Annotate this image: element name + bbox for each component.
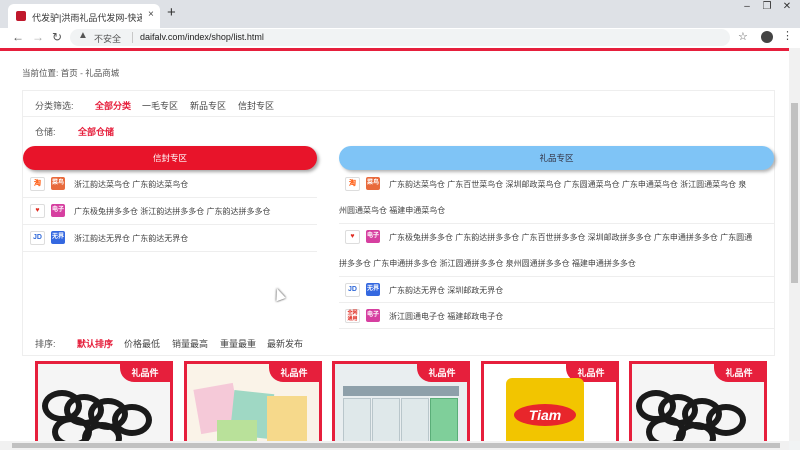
warehouse-label: 仓储: bbox=[35, 127, 56, 137]
address-bar[interactable]: ▲ 不安全 daifalv.com/index/shop/list.html bbox=[70, 29, 730, 46]
account-icon[interactable] bbox=[761, 31, 773, 43]
horizontal-scrollbar[interactable] bbox=[0, 441, 789, 450]
warehouse-list[interactable]: 广东韵达无界仓 深圳邮政无界仓 bbox=[389, 285, 503, 296]
minimize-icon[interactable]: – bbox=[738, 1, 756, 15]
gift-badge: 礼品件 bbox=[269, 364, 319, 382]
product-image bbox=[343, 398, 371, 441]
divider bbox=[339, 302, 774, 303]
gift-zone-banner[interactable]: 礼品专区 bbox=[339, 146, 774, 170]
browser-title-bar: 代发驴|洪雨礼品代发网-快递单号 × + – ❐ ✕ bbox=[0, 0, 800, 28]
restore-icon[interactable]: ❐ bbox=[758, 1, 776, 15]
divider bbox=[23, 251, 317, 252]
browser-toolbar: ← → ↻ ▲ 不安全 daifalv.com/index/shop/list.… bbox=[0, 28, 800, 49]
warehouse-all[interactable]: 全部仓储 bbox=[78, 125, 114, 138]
divider bbox=[339, 328, 774, 329]
product-card[interactable]: 礼品件 bbox=[35, 361, 173, 441]
warehouse-list[interactable]: 拼多多仓 广东申通拼多多仓 浙江圆通拼多多仓 泉州圆通拼多多仓 福建申通拼多多仓 bbox=[339, 258, 636, 269]
sort-default[interactable]: 默认排序 bbox=[77, 337, 113, 350]
jd-icon: JD bbox=[30, 231, 45, 245]
wujie-icon: 无界 bbox=[51, 231, 65, 244]
cainiao-icon: 菜鸟 bbox=[366, 177, 380, 190]
product-card[interactable]: 礼品件 bbox=[184, 361, 322, 441]
product-brand-logo: Tiam bbox=[514, 404, 576, 426]
new-tab-button[interactable]: + bbox=[167, 4, 176, 21]
separator bbox=[132, 32, 133, 43]
product-image bbox=[401, 398, 429, 441]
envelope-zone-banner[interactable]: 信封专区 bbox=[23, 146, 317, 170]
scrollbar-thumb[interactable] bbox=[791, 103, 798, 283]
warning-icon[interactable]: ▲ bbox=[78, 30, 88, 41]
breadcrumb: 当前位置: 首页 - 礼品商城 bbox=[22, 68, 120, 78]
browser-tab[interactable]: 代发驴|洪雨礼品代发网-快递单号 × bbox=[8, 4, 160, 28]
product-image bbox=[343, 386, 459, 396]
warehouse-list[interactable]: 广东极兔拼多多仓 广东韵达拼多多仓 广东百世拼多多仓 深圳邮政拼多多仓 广东申通… bbox=[389, 232, 752, 243]
divider bbox=[339, 223, 774, 224]
product-image bbox=[217, 420, 257, 441]
electronic-icon: 电子 bbox=[51, 204, 65, 217]
page-viewport: 当前位置: 首页 - 礼品商城 分类筛选: 全部分类 一毛专区 新品专区 信封专… bbox=[0, 48, 789, 441]
url-text[interactable]: daifalv.com/index/shop/list.html bbox=[140, 32, 264, 42]
vertical-scrollbar[interactable] bbox=[789, 48, 800, 441]
product-card[interactable]: 礼品件 bbox=[629, 361, 767, 441]
product-image bbox=[372, 398, 400, 441]
product-card[interactable]: 礼品件 bbox=[332, 361, 470, 441]
divider bbox=[23, 116, 774, 117]
warehouse-list[interactable]: 广东韵达菜鸟仓 广东百世菜鸟仓 深圳邮政菜鸟仓 广东圆通菜鸟仓 广东申通菜鸟仓 … bbox=[389, 179, 746, 190]
insecure-label[interactable]: 不安全 bbox=[94, 32, 121, 45]
electronic-icon: 电子 bbox=[366, 309, 380, 322]
reload-icon[interactable]: ↻ bbox=[52, 30, 62, 44]
site-favicon-icon bbox=[16, 11, 26, 21]
sort-sales[interactable]: 销量最高 bbox=[172, 337, 208, 350]
taobao-icon: 淘 bbox=[30, 177, 45, 191]
gift-badge: 礼品件 bbox=[120, 364, 170, 382]
product-image bbox=[430, 398, 458, 441]
category-one-mao[interactable]: 一毛专区 bbox=[142, 99, 178, 112]
warehouse-list[interactable]: 浙江韵达无界仓 广东韵达无界仓 bbox=[74, 233, 188, 244]
back-icon[interactable]: ← bbox=[12, 30, 24, 44]
header-accent-line bbox=[0, 48, 789, 51]
divider bbox=[23, 197, 317, 198]
gift-badge: 礼品件 bbox=[714, 364, 764, 382]
menu-icon[interactable]: ⋮ bbox=[782, 29, 793, 42]
product-card[interactable]: 礼品件 Tiam bbox=[481, 361, 619, 441]
cainiao-icon: 菜鸟 bbox=[51, 177, 65, 190]
star-icon[interactable]: ☆ bbox=[738, 30, 748, 43]
tab-close-icon[interactable]: × bbox=[148, 9, 154, 20]
warehouse-list[interactable]: 浙江韵达菜鸟仓 广东韵达菜鸟仓 bbox=[74, 179, 188, 190]
wujie-icon: 无界 bbox=[366, 283, 380, 296]
scrollbar-thumb[interactable] bbox=[12, 443, 780, 448]
sort-price[interactable]: 价格最低 bbox=[124, 337, 160, 350]
category-envelope[interactable]: 信封专区 bbox=[238, 99, 274, 112]
sort-newest[interactable]: 最新发布 bbox=[267, 337, 303, 350]
sort-label: 排序: bbox=[35, 339, 56, 349]
warehouse-list[interactable]: 广东极兔拼多多仓 浙江韵达拼多多仓 广东韵达拼多多仓 bbox=[74, 206, 270, 217]
category-new[interactable]: 新品专区 bbox=[190, 99, 226, 112]
category-all[interactable]: 全部分类 bbox=[95, 99, 131, 112]
warehouse-list[interactable]: 浙江圆通电子仓 福建邮政电子仓 bbox=[389, 311, 503, 322]
pinduoduo-icon: ♥ bbox=[30, 204, 45, 218]
product-image bbox=[267, 396, 307, 441]
warehouse-list[interactable]: 州圆通菜鸟仓 福建申通菜鸟仓 bbox=[339, 205, 445, 216]
jd-icon: JD bbox=[345, 283, 360, 297]
pinduoduo-icon: ♥ bbox=[345, 230, 360, 244]
tab-title: 代发驴|洪雨礼品代发网-快递单号 bbox=[32, 13, 142, 23]
divider bbox=[23, 224, 317, 225]
taobao-icon: 淘 bbox=[345, 177, 360, 191]
divider bbox=[339, 276, 774, 277]
category-label: 分类筛选: bbox=[35, 101, 74, 111]
forward-icon[interactable]: → bbox=[32, 30, 44, 44]
filter-panel: 分类筛选: 全部分类 一毛专区 新品专区 信封专区 仓储: 全部仓储 信封专区 … bbox=[22, 90, 775, 356]
all-network-icon: 全网通用 bbox=[345, 309, 360, 323]
gift-badge: 礼品件 bbox=[417, 364, 467, 382]
close-window-icon[interactable]: ✕ bbox=[778, 1, 796, 15]
sort-weight[interactable]: 重量最重 bbox=[220, 337, 256, 350]
electronic-icon: 电子 bbox=[366, 230, 380, 243]
